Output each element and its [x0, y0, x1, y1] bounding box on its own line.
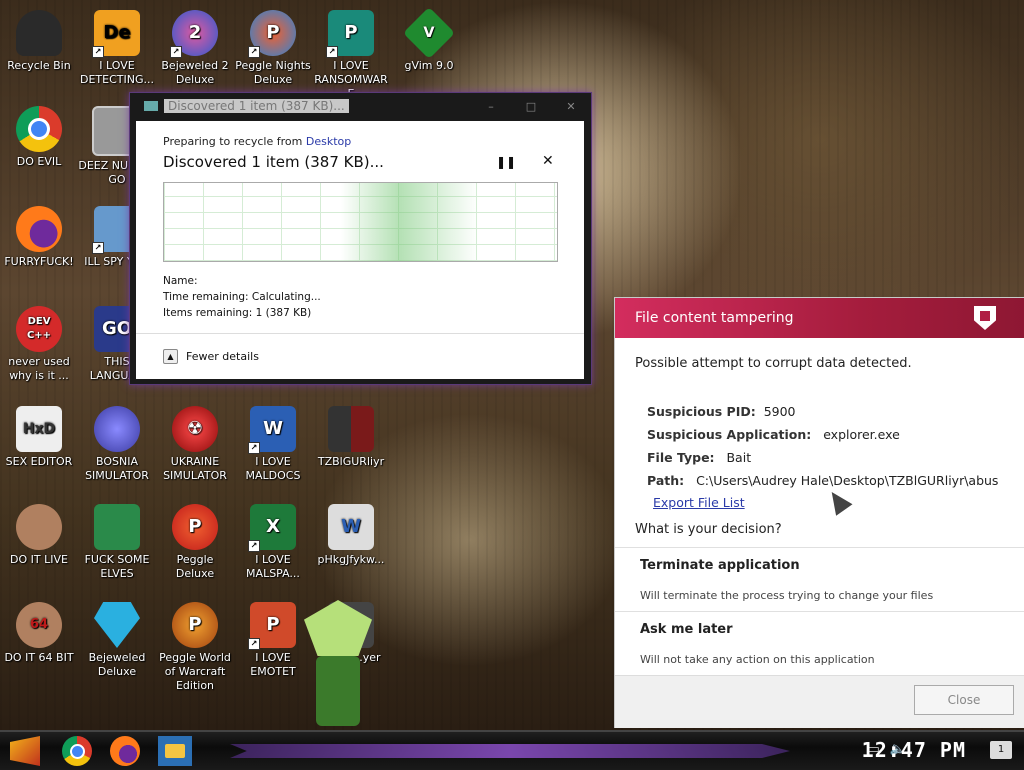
desktop-icon-bejeweled-2[interactable]: 2 ↗ Bejeweled 2 Deluxe [156, 10, 234, 87]
peggle-deluxe-icon: P [172, 504, 218, 550]
option-description: Will not take any action on this applica… [640, 653, 875, 666]
firefox-icon[interactable] [110, 736, 140, 766]
desktop-icon-peggle-nights[interactable]: P ↗ Peggle Nights Deluxe [234, 10, 312, 87]
alert-header: File content tampering [615, 298, 1024, 338]
desktop-icon-peggle-wow[interactable]: P Peggle World of Warcraft Edition [156, 602, 234, 693]
portrait-64-icon: 64 [16, 602, 62, 648]
bejeweled-icon: 2 ↗ [170, 10, 218, 58]
file-type-row: File Type: Bait [647, 450, 752, 465]
radiation-icon: ☢ [172, 406, 218, 452]
dialog-title: Discovered 1 item (387 KB)... [164, 99, 349, 113]
desktop-icon-bosnia[interactable]: BOSNIA SIMULATOR [78, 406, 156, 483]
divider [136, 333, 584, 334]
desktop-icon-do-evil[interactable]: DO EVIL [0, 106, 78, 169]
chevron-up-icon: ▲ [163, 349, 178, 364]
alert-message: Possible attempt to corrupt data detecte… [635, 356, 912, 371]
word-doc-icon: W [328, 504, 374, 550]
desktop-icon-tzblgurliyr[interactable]: TZBlGURliyr [312, 406, 390, 469]
application-row: Suspicious Application: explorer.exe [647, 427, 900, 442]
mine-icon [94, 406, 140, 452]
chrome-icon[interactable] [62, 736, 92, 766]
items-remaining: Items remaining: 1 (387 KB) [163, 307, 312, 319]
file-explorer-icon[interactable] [158, 736, 192, 766]
desktop-icon-elves[interactable]: FUCK SOME ELVES [78, 504, 156, 581]
detect-it-easy-icon: De ↗ [92, 10, 140, 58]
hxd-icon: HxD [16, 406, 62, 452]
desktop-icon-devcpp[interactable]: DEV C++ never used why is it ... [0, 306, 78, 383]
notification-icon[interactable]: 1 [990, 741, 1012, 759]
peggle-icon: P ↗ [248, 10, 296, 58]
alert-footer: Close [615, 675, 1024, 728]
progress-info: Name: Time remaining: Calculating... Ite… [163, 273, 321, 321]
desktop-icon-recycle-bin[interactable]: Recycle Bin [0, 10, 78, 73]
close-button[interactable]: Close [914, 685, 1014, 715]
name-label: Name: [163, 275, 198, 287]
pause-icon[interactable]: ❚❚ [496, 155, 516, 169]
peridot-sticker [298, 600, 378, 730]
progress-graph [163, 182, 558, 262]
titlebar-close-button[interactable]: ✕ [551, 100, 591, 113]
preparing-text: Preparing to recycle from Desktop [163, 135, 352, 148]
desktop-icon-bejeweled[interactable]: Bejeweled Deluxe [78, 602, 156, 679]
fewer-details-label: Fewer details [186, 350, 259, 363]
minimize-button[interactable]: – [471, 100, 511, 113]
santa-icon [94, 504, 140, 550]
taskbar: ▭ 🔈 12:47 PM 1 [0, 730, 1024, 770]
devcpp-icon: DEV C++ [16, 306, 62, 352]
option-title: Ask me later [640, 622, 733, 637]
export-file-list-link[interactable]: Export File List [653, 495, 745, 510]
vim-icon: V [402, 6, 456, 60]
portrait-icon [16, 504, 62, 550]
desktop-icon-maldocs[interactable]: W ↗ I LOVE MALDOCS [234, 406, 312, 483]
taskbar-clock[interactable]: 12:47 PM [862, 738, 966, 762]
start-icon[interactable] [10, 736, 40, 766]
progress-heading: Discovered 1 item (387 KB)... [163, 153, 384, 171]
shield-icon [974, 306, 996, 330]
desktop-icon-ukraine[interactable]: ☢ UKRAINE SIMULATOR [156, 406, 234, 483]
ask-me-later-option[interactable]: Ask me later Will not take any action on… [615, 611, 1024, 676]
desktop-icon-peggle-deluxe[interactable]: P Peggle Deluxe [156, 504, 234, 581]
recycle-dialog-icon [144, 101, 158, 111]
desktop-icon-phkgjfykw[interactable]: W pHkgJfykw... [312, 504, 390, 567]
desktop-icon-ransomware[interactable]: P↗ I LOVE RANSOMWARE [312, 10, 390, 101]
terminate-application-option[interactable]: Terminate application Will terminate the… [615, 547, 1024, 612]
taskbar-decoration [230, 744, 790, 758]
cancel-icon[interactable]: ✕ [542, 153, 554, 169]
desktop-icon-furryfuck[interactable]: FURRYFUCK! [0, 206, 78, 269]
desktop-icon-hxd[interactable]: HxD SEX EDITOR [0, 406, 78, 469]
dialog-titlebar[interactable]: Discovered 1 item (387 KB)... – □ ✕ [130, 93, 591, 119]
option-title: Terminate application [640, 558, 800, 573]
powerpoint-icon: P ↗ [248, 602, 296, 650]
diamond-icon [94, 602, 140, 648]
fewer-details-button[interactable]: ▲ Fewer details [163, 349, 259, 364]
path-row: Path: C:\Users\Audrey Hale\Desktop\TZBlG… [647, 473, 999, 488]
desktop-icon-do-it-64[interactable]: 64 DO IT 64 BIT [0, 602, 78, 665]
alert-title: File content tampering [635, 310, 794, 326]
publisher-icon: P ↗ [326, 10, 374, 58]
dialog-body: Preparing to recycle from Desktop Discov… [136, 121, 584, 379]
desktop-icon-gvim[interactable]: V gVim 9.0 [390, 6, 468, 73]
decision-question: What is your decision? [635, 522, 782, 537]
peggle-wow-icon: P [172, 602, 218, 648]
pid-row: Suspicious PID: 5900 [647, 404, 796, 419]
desktop-icon-do-it-live[interactable]: DO IT LIVE [0, 504, 78, 567]
word-icon: W ↗ [248, 406, 296, 454]
desktop-icon-malspam[interactable]: X ↗ I LOVE MALSPA... [234, 504, 312, 581]
option-description: Will terminate the process trying to cha… [640, 589, 934, 602]
recycle-progress-dialog: Discovered 1 item (387 KB)... – □ ✕ Prep… [129, 92, 592, 385]
excel-icon: X ↗ [248, 504, 296, 552]
recycle-bin-icon [16, 10, 62, 56]
time-remaining: Time remaining: Calculating... [163, 291, 321, 303]
tampering-alert-panel: File content tampering Possible attempt … [614, 297, 1024, 728]
desktop-link[interactable]: Desktop [306, 135, 351, 148]
binary-file-icon [328, 406, 374, 452]
firefox-icon [16, 206, 62, 252]
maximize-button[interactable]: □ [511, 100, 551, 113]
chrome-icon [16, 106, 62, 152]
desktop-icon-detect-it-easy[interactable]: De ↗ I LOVE DETECTING... [78, 10, 156, 87]
